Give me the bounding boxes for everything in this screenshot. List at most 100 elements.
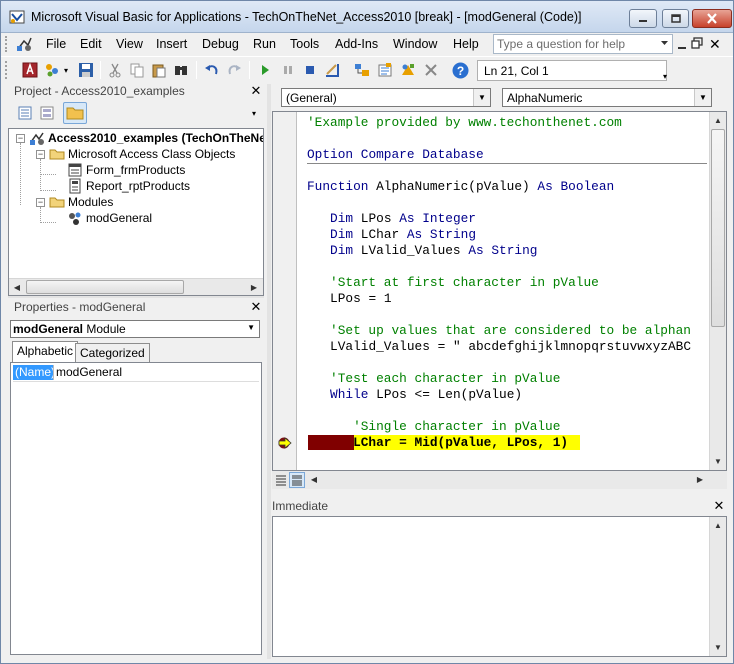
code-line[interactable]: 'Test each character in pValue xyxy=(307,371,560,387)
scroll-up-icon[interactable]: ▲ xyxy=(710,112,726,128)
code-line[interactable]: 'Example provided by www.techonthenet.co… xyxy=(307,115,622,131)
menu-insert[interactable]: Insert xyxy=(156,37,187,51)
tree-item-class-objects[interactable]: Microsoft Access Class Objects xyxy=(49,146,235,162)
break-button[interactable] xyxy=(279,61,297,79)
paste-button[interactable] xyxy=(150,61,168,79)
save-button[interactable] xyxy=(77,61,95,79)
code-line[interactable]: Option Compare Database xyxy=(307,147,484,163)
close-button[interactable] xyxy=(692,9,732,28)
full-module-view-button[interactable] xyxy=(289,472,305,488)
view-code-button[interactable] xyxy=(16,104,34,122)
mdi-minimize-icon[interactable] xyxy=(677,38,687,50)
menu-edit[interactable]: Edit xyxy=(80,37,102,51)
menu-debug[interactable]: Debug xyxy=(202,37,239,51)
immediate-close-icon[interactable]: ✕ xyxy=(712,499,726,513)
copy-button[interactable] xyxy=(128,61,146,79)
code-line[interactable]: LPos = 1 xyxy=(307,291,391,307)
toolbar-grip[interactable] xyxy=(5,61,8,79)
scroll-right-icon[interactable]: ▶ xyxy=(246,279,262,295)
help-button[interactable]: ? xyxy=(451,61,469,79)
toggle-folders-button[interactable] xyxy=(63,102,87,124)
menu-tools[interactable]: Tools xyxy=(290,37,319,51)
find-button[interactable] xyxy=(172,61,190,79)
tab-alphabetic[interactable]: Alphabetic xyxy=(12,341,79,362)
code-line[interactable]: 'Start at first character in pValue xyxy=(307,275,599,291)
scroll-right-icon[interactable]: ▶ xyxy=(692,471,708,487)
object-browser-button[interactable] xyxy=(399,61,417,79)
toolbox-button[interactable] xyxy=(422,61,440,79)
scroll-left-icon[interactable]: ◀ xyxy=(9,279,25,295)
tab-categorized[interactable]: Categorized xyxy=(75,343,150,362)
menu-view[interactable]: View xyxy=(116,37,143,51)
code-line[interactable]: Function AlphaNumeric(pValue) As Boolean xyxy=(307,179,614,195)
project-hscrollbar[interactable]: ◀ ▶ xyxy=(9,278,263,295)
menu-help[interactable]: Help xyxy=(453,37,479,51)
help-dropdown-icon[interactable] xyxy=(661,41,668,45)
immediate-vscrollbar[interactable]: ▲ ▼ xyxy=(709,517,726,656)
object-selector[interactable]: modGeneral Module ▼ xyxy=(10,320,260,338)
scroll-up-icon[interactable]: ▲ xyxy=(710,517,726,533)
menu-file[interactable]: File xyxy=(46,37,66,51)
vertical-splitter[interactable] xyxy=(267,84,271,659)
redo-button[interactable] xyxy=(225,61,243,79)
modules-collapse-toggle[interactable]: − xyxy=(36,198,45,207)
minimize-button[interactable] xyxy=(629,9,657,28)
insert-dropdown-icon[interactable]: ▾ xyxy=(64,66,68,75)
property-name-cell[interactable]: (Name) xyxy=(13,365,55,380)
project-hscroll-thumb[interactable] xyxy=(26,280,184,294)
tree-item-modules[interactable]: Modules xyxy=(49,194,113,210)
procedure-combo[interactable]: AlphaNumeric ▼ xyxy=(502,88,712,107)
undo-button[interactable] xyxy=(203,61,221,79)
menu-grip[interactable] xyxy=(5,36,8,52)
reset-button[interactable] xyxy=(301,61,319,79)
mdi-restore-icon[interactable] xyxy=(691,37,703,49)
maximize-button[interactable] xyxy=(662,9,689,28)
margin-indicator-bar[interactable] xyxy=(273,112,297,470)
menu-window[interactable]: Window xyxy=(393,37,437,51)
mdi-close-icon[interactable]: ✕ xyxy=(709,36,721,53)
object-combo-arrow-icon[interactable]: ▼ xyxy=(473,89,490,106)
scroll-down-icon[interactable]: ▼ xyxy=(710,639,726,655)
run-button[interactable] xyxy=(256,61,274,79)
code-editor[interactable]: 'Example provided by www.techonthenet.co… xyxy=(272,111,727,471)
code-line[interactable]: LValid_Values = " abcdefghijklmnopqrstuv… xyxy=(307,339,691,355)
scroll-left-icon[interactable]: ◀ xyxy=(306,471,322,487)
code-line[interactable]: Dim LValid_Values As String xyxy=(307,243,537,259)
class-folder-collapse-toggle[interactable]: − xyxy=(36,150,45,159)
code-line[interactable]: While LPos <= Len(pValue) xyxy=(307,387,522,403)
procedure-view-button[interactable] xyxy=(274,473,288,487)
tree-item-module[interactable]: modGeneral xyxy=(67,210,152,226)
code-hscrollbar[interactable]: ◀ ▶ xyxy=(306,471,710,488)
procedure-combo-arrow-icon[interactable]: ▼ xyxy=(694,89,711,106)
code-line-current[interactable]: LChar = Mid(pValue, LPos, 1) xyxy=(307,435,568,451)
tree-item-report[interactable]: Report_rptProducts xyxy=(67,178,190,194)
object-combo[interactable]: (General) ▼ xyxy=(281,88,491,107)
project-close-icon[interactable]: ✕ xyxy=(249,84,263,98)
code-vscroll-thumb[interactable] xyxy=(711,129,725,327)
code-line[interactable]: Dim LPos As Integer xyxy=(307,211,476,227)
tree-item-project-root[interactable]: Access2010_examples (TechOnTheNe xyxy=(29,130,263,146)
code-line[interactable]: Dim LChar As String xyxy=(307,227,476,243)
view-access-button[interactable] xyxy=(21,61,39,79)
title-bar[interactable]: Microsoft Visual Basic for Applications … xyxy=(1,1,733,33)
toolbar-options-icon[interactable]: ▾ xyxy=(663,72,667,81)
property-value-cell[interactable]: modGeneral xyxy=(56,365,122,380)
insert-module-button[interactable] xyxy=(43,61,61,79)
immediate-input[interactable]: ▲ ▼ xyxy=(272,516,727,657)
object-selector-dropdown-icon[interactable]: ▼ xyxy=(247,323,255,332)
help-search-input[interactable]: Type a question for help xyxy=(493,34,673,54)
design-mode-button[interactable] xyxy=(323,61,341,79)
scroll-down-icon[interactable]: ▼ xyxy=(710,453,726,469)
code-line[interactable]: 'Single character in pValue xyxy=(307,419,560,435)
root-collapse-toggle[interactable]: − xyxy=(16,134,25,143)
code-line[interactable]: 'Set up values that are considered to be… xyxy=(307,323,691,339)
menu-add-ins[interactable]: Add-Ins xyxy=(335,37,378,51)
menu-run[interactable]: Run xyxy=(253,37,276,51)
cut-button[interactable] xyxy=(106,61,124,79)
view-object-button[interactable] xyxy=(38,104,56,122)
code-window-icon[interactable] xyxy=(15,35,33,53)
project-toolbar-dropdown-icon[interactable]: ▾ xyxy=(252,109,256,118)
code-vscrollbar[interactable]: ▲ ▼ xyxy=(709,112,726,470)
properties-window-button[interactable] xyxy=(376,61,394,79)
tree-item-form[interactable]: Form_frmProducts xyxy=(67,162,185,178)
